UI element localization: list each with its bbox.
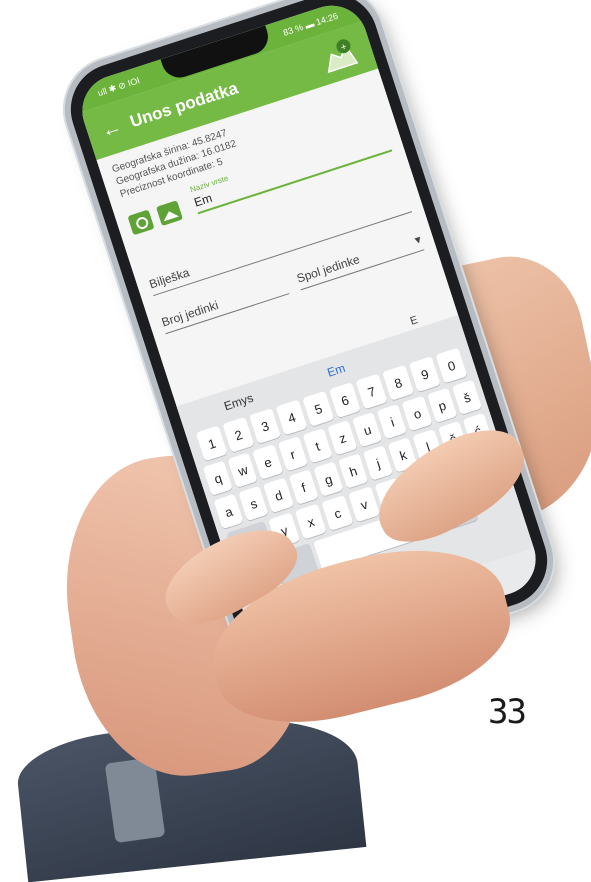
key[interactable]: w [227, 452, 258, 488]
key[interactable]: s [238, 485, 269, 522]
key[interactable]: d [263, 477, 294, 513]
sex-label: Spol jedinke [294, 252, 362, 286]
camera-icon[interactable] [127, 209, 155, 236]
key[interactable]: 8 [382, 364, 415, 401]
gallery-icon[interactable] [155, 200, 184, 227]
key[interactable]: u [352, 411, 383, 448]
key[interactable]: t [302, 428, 333, 464]
suggestion-2[interactable]: Em [326, 361, 347, 380]
key[interactable]: e [252, 444, 283, 480]
key[interactable]: v [347, 486, 381, 523]
key[interactable]: 9 [408, 356, 441, 393]
chevron-down-icon: ▾ [412, 232, 423, 248]
page-number: 33 [488, 692, 527, 732]
key[interactable]: 0 [435, 347, 468, 384]
key[interactable]: 4 [275, 399, 308, 436]
key[interactable]: q [202, 460, 234, 496]
key[interactable]: 3 [248, 408, 282, 445]
key[interactable]: c [321, 494, 354, 531]
key[interactable]: r [277, 436, 308, 472]
suggestion-1[interactable]: Emys [222, 391, 255, 414]
key[interactable]: g [313, 461, 344, 497]
key[interactable]: x [294, 503, 327, 540]
key[interactable]: 7 [355, 373, 388, 410]
key[interactable]: a [213, 493, 244, 530]
key[interactable]: o [401, 395, 433, 432]
key[interactable]: 5 [302, 390, 335, 427]
key[interactable]: p [426, 387, 458, 424]
key[interactable]: h [338, 453, 369, 489]
key[interactable]: z [327, 420, 358, 456]
key[interactable]: i [376, 403, 408, 440]
floating-letter: E [408, 313, 420, 328]
key[interactable]: 2 [222, 416, 255, 453]
key[interactable]: f [288, 469, 319, 505]
key[interactable]: j [362, 445, 394, 481]
key[interactable]: 1 [195, 425, 228, 462]
map-pin-icon[interactable]: + [318, 34, 361, 77]
key[interactable]: š [451, 379, 483, 415]
key[interactable]: 6 [328, 382, 361, 419]
